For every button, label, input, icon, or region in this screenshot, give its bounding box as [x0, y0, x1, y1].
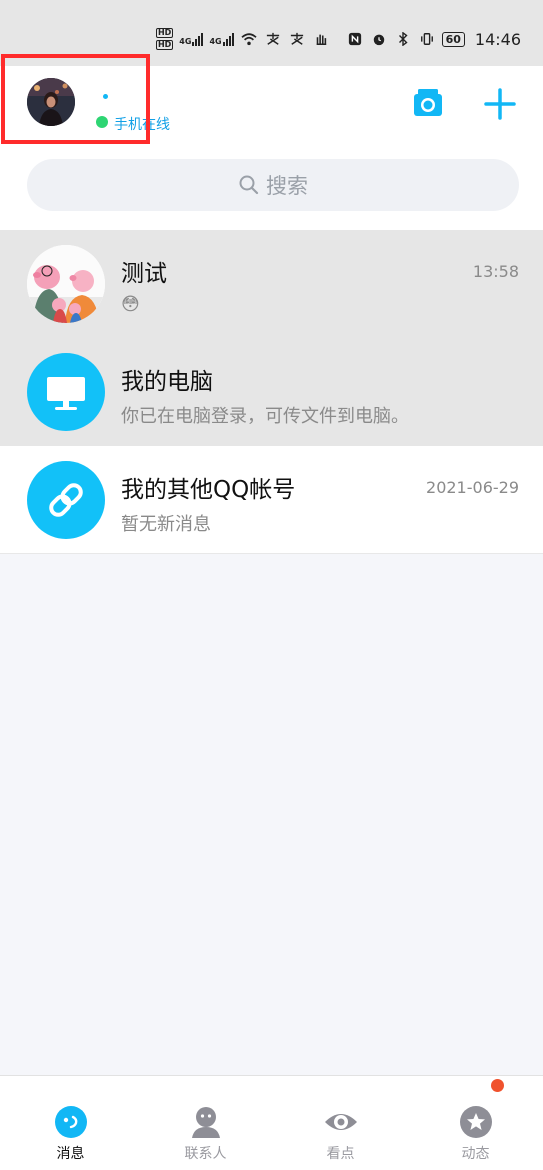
vibrate-icon: [420, 33, 433, 45]
tab-messages-label: 消息: [56, 1146, 85, 1162]
conversation-title: 测试: [121, 261, 167, 287]
signal-2: 4G: [209, 32, 234, 46]
hd-badges: HD HD: [155, 28, 174, 50]
search-icon: [239, 175, 259, 195]
my-computer-avatar[interactable]: [27, 353, 105, 431]
peppa-pig-family-image: [27, 245, 105, 323]
alipay-icon: [266, 32, 279, 45]
tab-contacts[interactable]: 联系人: [138, 1076, 273, 1170]
computer-icon: [47, 377, 85, 410]
tab-contacts-label: 联系人: [184, 1146, 227, 1162]
conversation-title: 我的其他QQ帐号: [121, 477, 296, 503]
plus-icon[interactable]: [484, 88, 516, 120]
status-bar: HD HD 4G 4G 60 14:46: [0, 0, 543, 66]
tab-kandian[interactable]: 看点: [273, 1076, 408, 1170]
tab-moments-label: 动态: [461, 1146, 490, 1162]
contacts-icon: [191, 1107, 220, 1138]
online-status-label[interactable]: 手机在线: [114, 114, 170, 134]
user-avatar[interactable]: [27, 78, 75, 126]
conversation-item[interactable]: 我的电脑 你已在电脑登录，可传文件到电脑。: [0, 338, 543, 446]
conversation-preview: 你已在电脑登录，可传文件到电脑。: [121, 406, 409, 427]
bottom-navigation: 消息 联系人 看点 动态: [0, 1075, 543, 1170]
signal-bars-icon: [222, 32, 234, 46]
tab-moments[interactable]: 动态: [408, 1076, 543, 1170]
alarm-icon: [373, 34, 384, 46]
hand-icon: [316, 34, 326, 46]
conversation-item[interactable]: 我的其他QQ帐号 暂无新消息 2021-06-29: [0, 446, 543, 554]
conversation-preview: 暂无新消息: [121, 514, 211, 535]
nickname: [103, 94, 108, 99]
conversation-time: 2021-06-29: [426, 478, 519, 497]
search-input[interactable]: 搜索: [27, 159, 519, 211]
alipay-icon: [290, 32, 303, 45]
network-type-1: 4G: [179, 37, 192, 46]
avatar-photo: [27, 78, 75, 126]
hd-badge-1: HD: [155, 28, 174, 38]
clock: 14:46: [474, 29, 521, 49]
status-icons: HD HD 4G 4G 60 14:46: [155, 28, 521, 50]
network-type-2: 4G: [209, 37, 222, 46]
eye-icon: [324, 1114, 357, 1130]
tab-kandian-label: 看点: [326, 1146, 355, 1162]
star-icon: [459, 1106, 492, 1138]
conversation-time: 13:58: [472, 262, 519, 281]
conversation-preview: 😳: [121, 294, 140, 315]
peppa-pig-avatar[interactable]: [27, 245, 105, 323]
search-placeholder: 搜索: [266, 174, 308, 198]
online-status-dot: [96, 116, 108, 128]
conversation-item[interactable]: 测试 😳 13:58: [0, 230, 543, 338]
hd-badge-2: HD: [155, 40, 174, 50]
wifi-icon: [241, 33, 257, 46]
app-header: [0, 66, 543, 150]
bluetooth-icon: [398, 32, 408, 46]
other-accounts-avatar[interactable]: [27, 461, 105, 539]
signal-bars-icon: [192, 32, 204, 46]
notification-badge: [491, 1079, 504, 1092]
link-icon: [49, 483, 83, 517]
signal-1: 4G: [179, 32, 204, 46]
conversation-title: 我的电脑: [121, 369, 213, 395]
nfc-icon: [348, 32, 361, 46]
camera-icon[interactable]: [412, 86, 444, 118]
tab-messages[interactable]: 消息: [3, 1076, 138, 1170]
messages-icon: [54, 1106, 87, 1138]
battery-indicator: 60: [441, 31, 465, 47]
